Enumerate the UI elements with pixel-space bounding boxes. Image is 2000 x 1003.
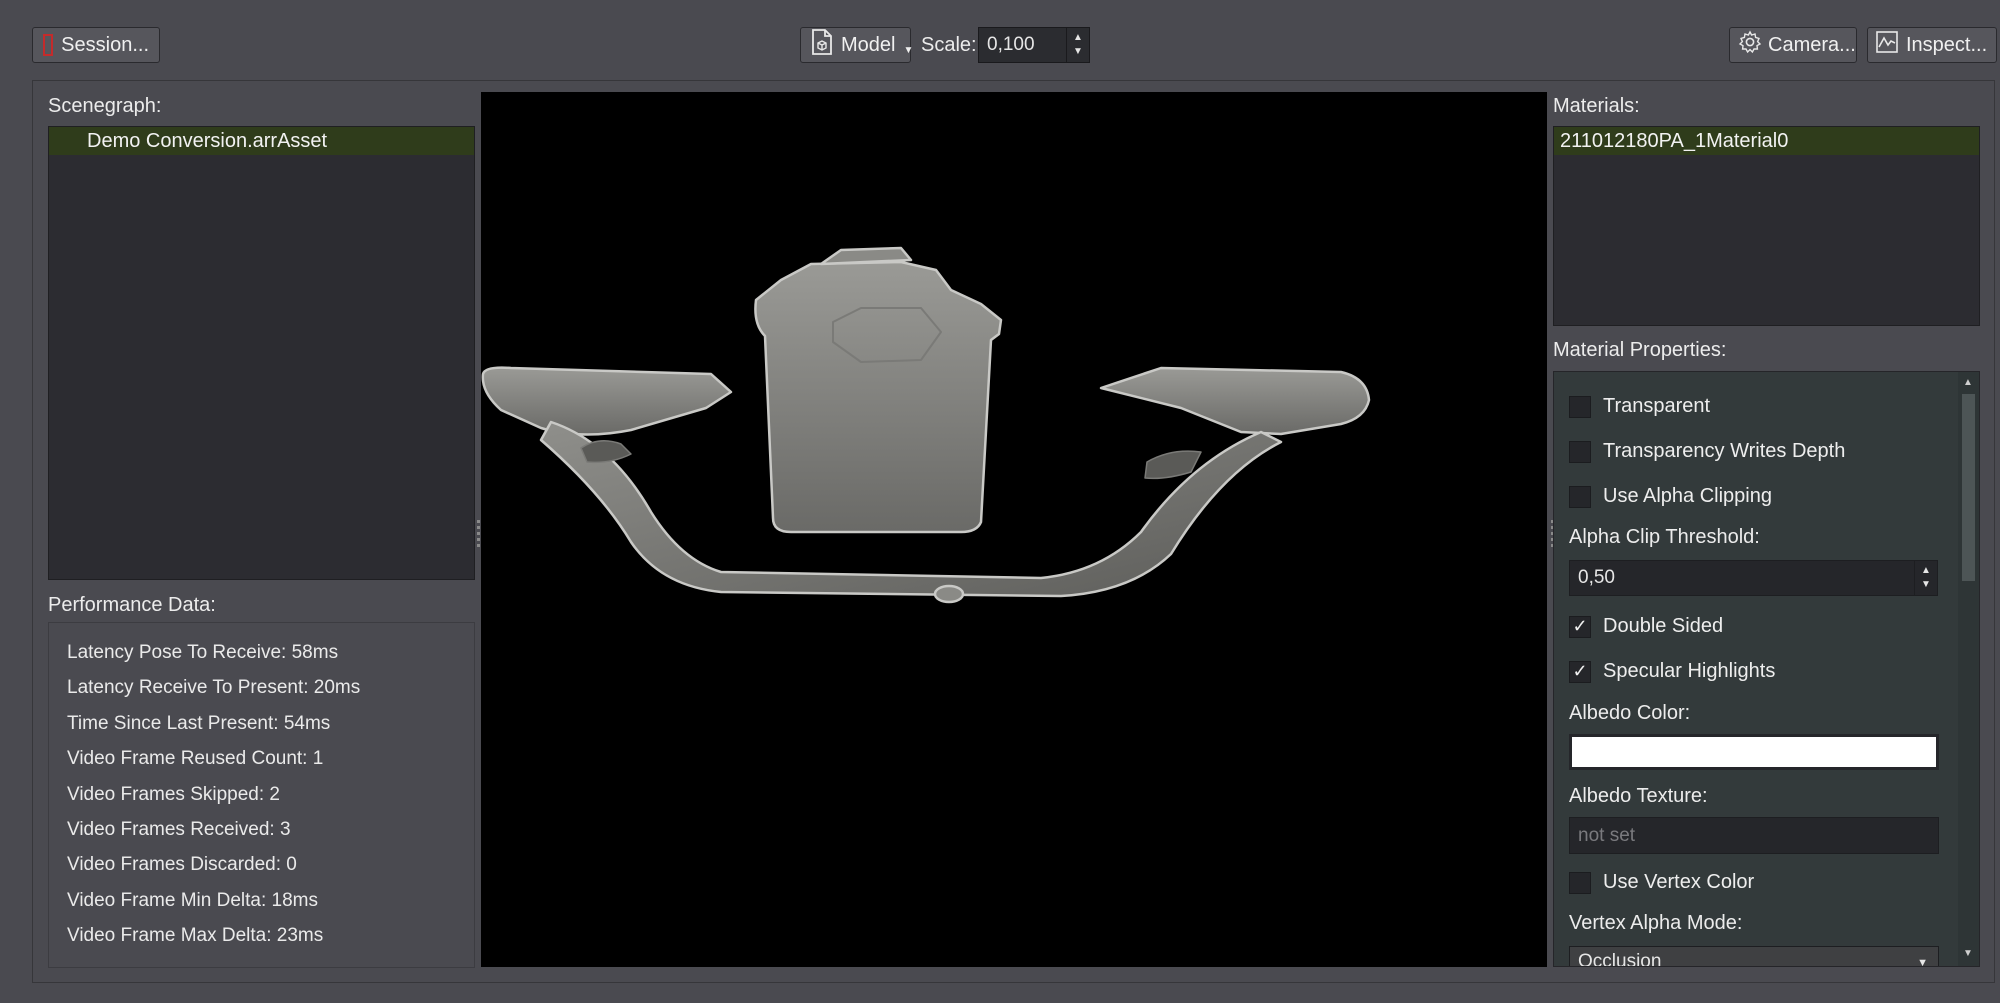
alpha-clip-spin-arrows[interactable]: ▲ ▼ (1914, 561, 1937, 595)
scrollbar-thumb[interactable] (1962, 394, 1975, 581)
albedo-texture-placeholder: not set (1578, 824, 1636, 846)
scale-spin-arrows[interactable]: ▲ ▼ (1066, 28, 1089, 62)
chart-icon (1876, 31, 1898, 59)
albedo-color-swatch[interactable] (1569, 734, 1939, 770)
double-sided-checkbox-row[interactable]: ✓ Double Sided (1569, 615, 1723, 638)
specular-highlights-checkbox-row[interactable]: ✓ Specular Highlights (1569, 660, 1775, 683)
scenegraph-item-label: Demo Conversion.arrAsset (87, 129, 328, 152)
use-vertex-color-checkbox[interactable] (1569, 871, 1591, 894)
materials-title: Materials: (1553, 95, 1640, 117)
scenegraph-item[interactable]: Demo Conversion.arrAsset (49, 127, 474, 155)
use-vertex-color-label: Use Vertex Color (1603, 871, 1755, 893)
perf-video-frames-discarded: Video Frames Discarded: 0 (67, 854, 297, 876)
transparent-checkbox[interactable] (1569, 395, 1591, 418)
transparency-writes-depth-label: Transparency Writes Depth (1603, 440, 1846, 462)
camera-button-label: Camera... (1768, 33, 1856, 56)
rendered-model (481, 246, 1371, 604)
perf-video-frames-skipped: Video Frames Skipped: 2 (67, 783, 280, 805)
inspect-button[interactable]: Inspect... (1867, 27, 1997, 63)
performance-data-panel: Latency Pose To Receive: 58ms Latency Re… (48, 622, 475, 968)
material-properties-panel: Transparent Transparency Writes Depth Us… (1553, 371, 1980, 967)
albedo-texture-field[interactable]: not set (1569, 817, 1939, 854)
scenegraph-tree[interactable]: Demo Conversion.arrAsset (48, 126, 475, 580)
perf-video-frame-min-delta: Video Frame Min Delta: 18ms (67, 889, 318, 911)
model-dropdown-label: Model (841, 33, 896, 56)
chevron-down-icon: ▼ (903, 44, 914, 56)
perf-video-frame-reused-count: Video Frame Reused Count: 1 (67, 748, 324, 770)
use-vertex-color-checkbox-row[interactable]: Use Vertex Color (1569, 871, 1754, 894)
scale-label: Scale: (921, 34, 977, 56)
double-sided-label: Double Sided (1603, 615, 1724, 637)
spin-down-icon[interactable]: ▼ (1921, 580, 1931, 590)
albedo-texture-label: Albedo Texture: (1569, 785, 1708, 807)
materials-list-item-label: 211012180PA_1Material0 (1560, 129, 1789, 152)
camera-button[interactable]: Camera... (1729, 27, 1857, 63)
session-button-label: Session... (61, 33, 149, 56)
checkmark-icon: ✓ (1572, 616, 1588, 636)
left-splitter-handle[interactable] (477, 520, 480, 548)
transparent-label: Transparent (1603, 395, 1711, 417)
performance-title: Performance Data: (48, 594, 216, 616)
materials-list[interactable]: 211012180PA_1Material0 (1553, 126, 1980, 326)
alpha-clip-threshold-value: 0,50 (1578, 567, 1615, 588)
spin-down-icon[interactable]: ▼ (1073, 47, 1083, 57)
transparency-writes-depth-checkbox[interactable] (1569, 440, 1591, 463)
session-button[interactable]: Session... (32, 27, 160, 63)
materials-list-item[interactable]: 211012180PA_1Material0 (1554, 127, 1979, 155)
scroll-down-icon[interactable]: ▼ (1963, 948, 1973, 959)
specular-highlights-label: Specular Highlights (1603, 660, 1776, 682)
scale-value: 0,100 (987, 34, 1035, 55)
render-viewport[interactable] (481, 92, 1547, 967)
scenegraph-title: Scenegraph: (48, 95, 162, 117)
transparency-writes-depth-checkbox-row[interactable]: Transparency Writes Depth (1569, 440, 1845, 463)
chevron-down-icon: ▼ (1917, 957, 1928, 967)
scale-spinbox[interactable]: 0,100 ▲ ▼ (978, 27, 1090, 63)
perf-video-frame-max-delta: Video Frame Max Delta: 23ms (67, 925, 324, 947)
use-alpha-clipping-checkbox[interactable] (1569, 485, 1591, 508)
alpha-clip-threshold-label: Alpha Clip Threshold: (1569, 526, 1760, 548)
vertex-alpha-mode-dropdown[interactable]: Occlusion ▼ (1569, 946, 1939, 967)
transparent-checkbox-row[interactable]: Transparent (1569, 395, 1710, 418)
perf-latency-receive-to-present: Latency Receive To Present: 20ms (67, 677, 361, 699)
inspect-button-label: Inspect... (1906, 33, 1988, 56)
perf-time-since-last-present: Time Since Last Present: 54ms (67, 712, 331, 734)
properties-scrollbar[interactable]: ▲ ▼ (1958, 372, 1979, 966)
alpha-clip-threshold-spinbox[interactable]: 0,50 ▲ ▼ (1569, 560, 1938, 596)
double-sided-checkbox[interactable]: ✓ (1569, 615, 1591, 638)
model-file-icon (811, 29, 833, 61)
checkmark-icon: ✓ (1572, 661, 1588, 681)
spin-up-icon[interactable]: ▲ (1073, 33, 1083, 43)
gear-icon (1738, 30, 1762, 60)
albedo-color-label: Albedo Color: (1569, 702, 1691, 724)
material-properties-title: Material Properties: (1553, 339, 1727, 361)
perf-latency-pose-to-receive: Latency Pose To Receive: 58ms (67, 642, 339, 663)
spin-up-icon[interactable]: ▲ (1921, 566, 1931, 576)
vertex-alpha-mode-value: Occlusion (1578, 951, 1662, 967)
specular-highlights-checkbox[interactable]: ✓ (1569, 660, 1591, 683)
perf-video-frames-received: Video Frames Received: 3 (67, 818, 291, 840)
scroll-up-icon[interactable]: ▲ (1963, 377, 1973, 388)
session-icon (43, 34, 54, 56)
use-alpha-clipping-label: Use Alpha Clipping (1603, 485, 1772, 507)
model-dropdown[interactable]: Model ▼ (800, 27, 914, 63)
vertex-alpha-mode-label: Vertex Alpha Mode: (1569, 912, 1743, 934)
use-alpha-clipping-checkbox-row[interactable]: Use Alpha Clipping (1569, 485, 1772, 508)
